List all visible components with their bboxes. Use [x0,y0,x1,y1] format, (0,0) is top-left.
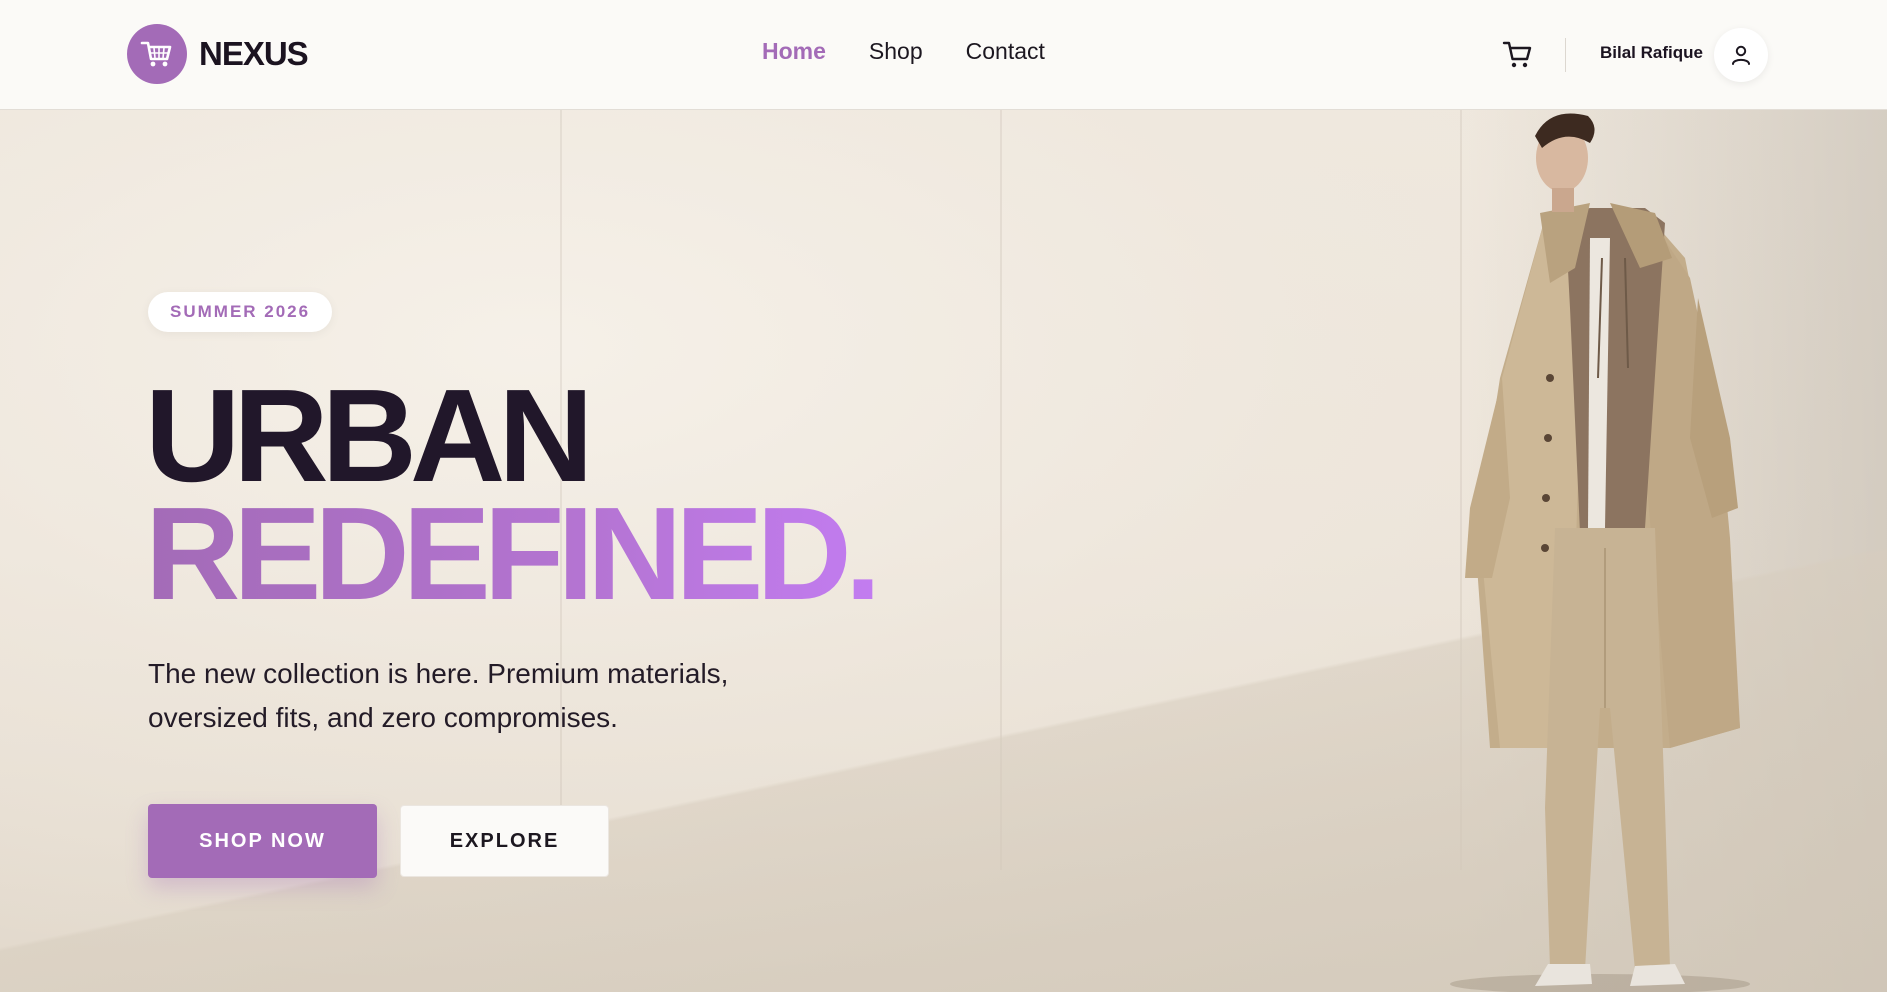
hero-headline-line2: REDEFINED. [145,480,881,627]
user-avatar-button[interactable] [1714,28,1768,82]
season-badge: SUMMER 2026 [148,292,333,332]
brand-name: NEXUS [199,35,309,72]
hero-subtitle: The new collection is here. Premium mate… [148,652,788,740]
nav-link-home[interactable]: Home [762,38,826,64]
explore-button[interactable]: EXPLORE [400,805,609,877]
user-icon [1732,45,1750,65]
hero-subtitle-line2: oversized fits, and zero compromises. [148,702,618,733]
brand-logo[interactable]: NEXUS [127,24,309,84]
cart-icon [1502,41,1532,68]
model-image [1450,113,1750,992]
cart-button[interactable] [1500,37,1536,73]
nav-divider [1565,38,1566,72]
top-navbar: NEXUS Home Shop Contact Bilal Rafique [0,0,1887,110]
hero-subtitle-line1: The new collection is here. Premium mate… [148,658,729,689]
nav-link-shop[interactable]: Shop [869,38,923,64]
user-name[interactable]: Bilal Rafique [1600,43,1703,63]
nav-link-contact[interactable]: Contact [966,38,1045,64]
shopping-cart-icon [127,24,187,84]
main-navigation: Home Shop Contact [762,38,1045,65]
shop-now-button[interactable]: SHOP NOW [148,804,377,878]
landing-page: NEXUS Home Shop Contact Bilal Rafique SU… [0,0,1887,992]
